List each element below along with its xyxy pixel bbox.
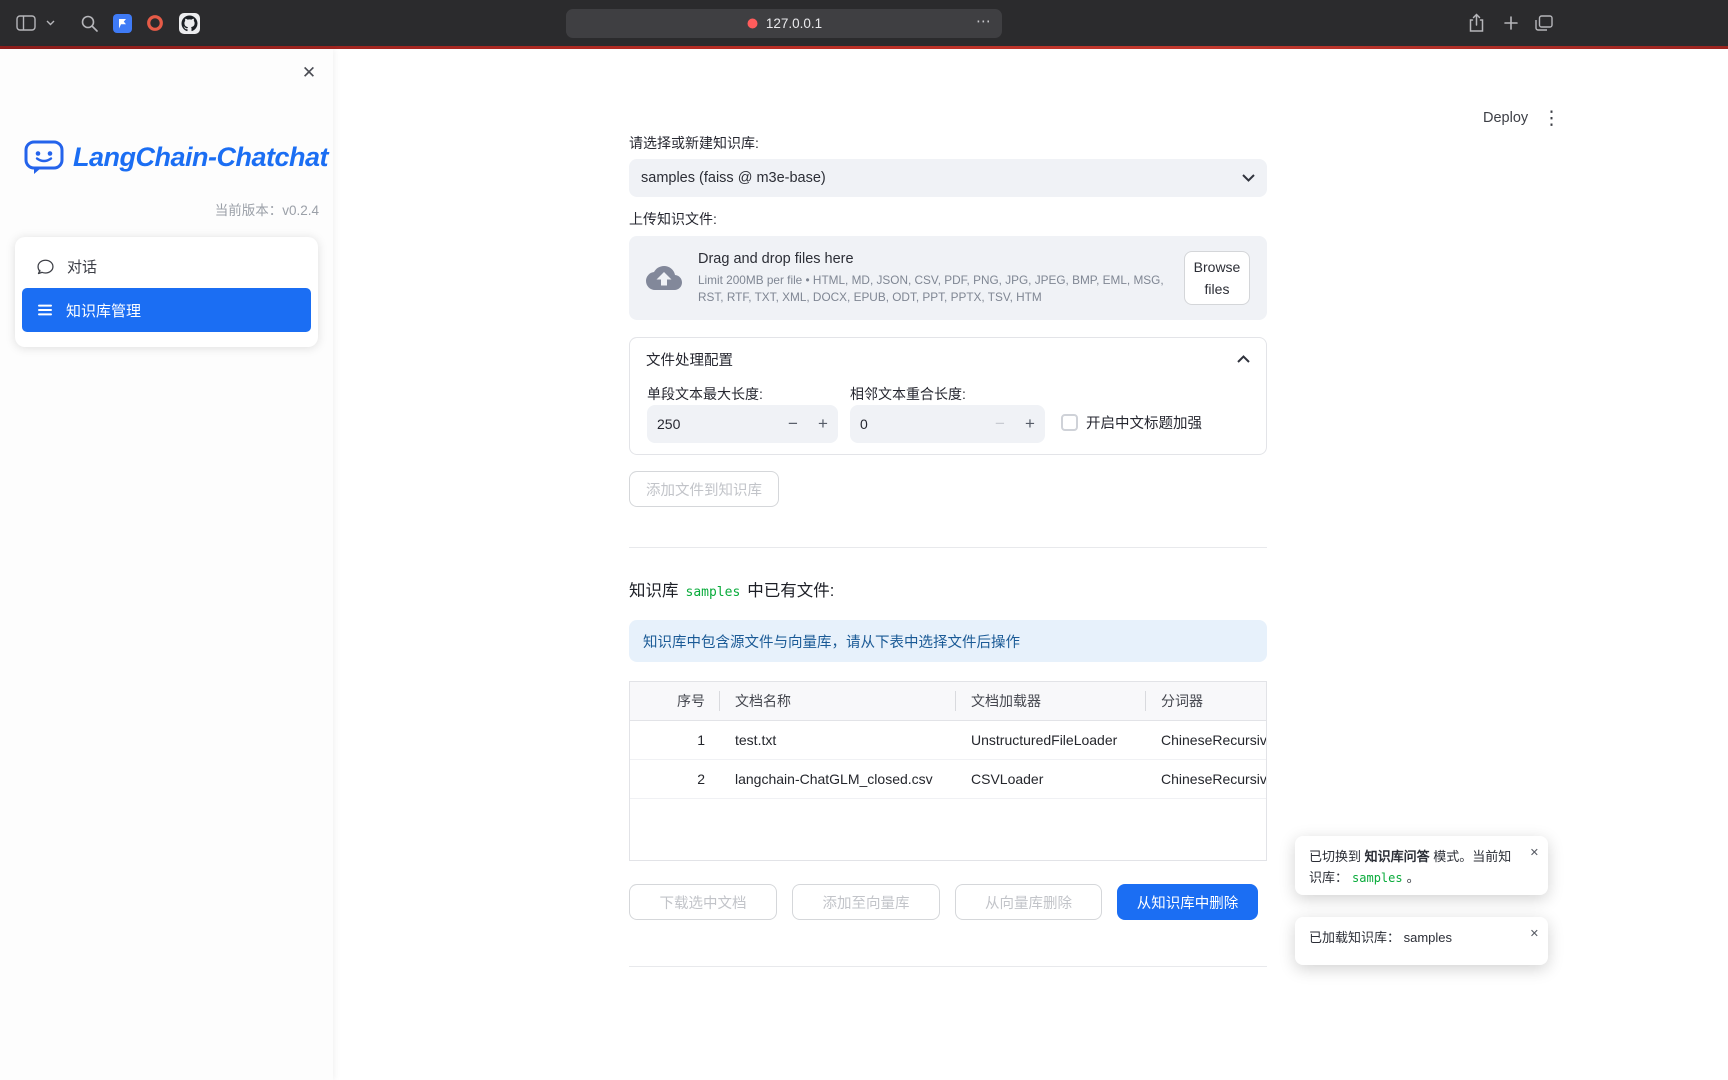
sidebar-menu: 对话 知识库管理 (15, 237, 318, 347)
zh-title-enhance-checkbox[interactable]: 开启中文标题加强 (1061, 412, 1202, 433)
toast-kb-code: samples (1352, 871, 1403, 885)
increment-button[interactable]: + (808, 405, 838, 443)
app-menu-icon[interactable]: ⋮ (1542, 107, 1561, 130)
kb-files-heading: 知识库 samples 中已有文件: (629, 577, 834, 601)
add-files-button[interactable]: 添加文件到知识库 (629, 471, 779, 507)
file-config-expander: 文件处理配置 单段文本最大长度: 相邻文本重合长度: 250 − + 0 − +… (629, 337, 1267, 455)
extension-blue-icon[interactable] (111, 0, 133, 46)
overlap-input[interactable]: 0 − + (850, 405, 1045, 443)
info-banner: 知识库中包含源文件与向量库，请从下表中选择文件后操作 (629, 620, 1267, 662)
kb-select-value: samples (faiss @ m3e-base) (641, 170, 826, 186)
delete-from-kb-button[interactable]: 从知识库中删除 (1117, 884, 1258, 920)
chevron-down-icon[interactable] (43, 0, 57, 46)
overlap-value: 0 (850, 416, 985, 432)
sidebar: ✕ LangChain-Chatchat 当前版本：v0.2.4 对话 知识库管… (0, 49, 333, 1080)
cell-splitter: ChineseRecursiveT (1146, 721, 1266, 759)
chunk-size-value: 250 (647, 416, 778, 432)
table-row[interactable]: 2 langchain-ChatGLM_closed.csv CSVLoader… (630, 760, 1266, 799)
browse-files-button[interactable]: Browse files (1184, 251, 1250, 306)
heading-suffix: 中已有文件: (747, 577, 834, 601)
cell-splitter: ChineseRecursiveT (1146, 760, 1266, 798)
version-label: 当前版本：v0.2.4 (24, 199, 319, 219)
overlap-label: 相邻文本重合长度: (850, 384, 966, 404)
dropzone-limit: Limit 200MB per file • HTML, MD, JSON, C… (698, 272, 1184, 305)
col-header-splitter: 分词器 (1146, 682, 1266, 720)
file-dropzone[interactable]: Drag and drop files here Limit 200MB per… (629, 236, 1267, 320)
decrement-button[interactable]: − (778, 405, 808, 443)
kb-select-label: 请选择或新建知识库: (629, 133, 759, 153)
chevron-down-icon (1242, 174, 1255, 182)
main-content: 请选择或新建知识库: samples (faiss @ m3e-base) 上传… (629, 0, 1267, 1080)
chat-bubble-icon (37, 258, 54, 275)
kb-name-code: samples (686, 585, 741, 600)
delete-from-vector-store-button[interactable]: 从向量库删除 (955, 884, 1102, 920)
kb-select[interactable]: samples (faiss @ m3e-base) (629, 159, 1267, 197)
chunk-size-label: 单段文本最大长度: (647, 384, 763, 404)
increment-button[interactable]: + (1015, 405, 1045, 443)
cell-loader: CSVLoader (956, 760, 1146, 798)
toast-text-bold: 知识库问答 (1365, 849, 1430, 864)
toast-text: 已加载知识库： samples (1309, 930, 1452, 945)
checkbox-box (1061, 414, 1078, 431)
cell-loader: UnstructuredFileLoader (956, 721, 1146, 759)
logo-text: LangChain-Chatchat (73, 142, 328, 173)
toast-close-icon[interactable]: ✕ (1530, 926, 1539, 944)
col-header-name: 文档名称 (720, 682, 956, 720)
extension-orange-icon[interactable] (144, 0, 166, 46)
col-header-index: 序号 (630, 682, 720, 720)
checkbox-label: 开启中文标题加强 (1086, 412, 1202, 433)
chevron-up-icon (1237, 355, 1250, 363)
toast-text: 已切换到 (1309, 849, 1365, 864)
tab-overview-icon[interactable] (1531, 0, 1557, 46)
logo-chat-icon (24, 137, 64, 177)
heading-prefix: 知识库 (629, 577, 679, 601)
col-header-loader: 文档加载器 (956, 682, 1146, 720)
sidebar-item-chat[interactable]: 对话 (22, 244, 311, 288)
add-to-vector-store-button[interactable]: 添加至向量库 (792, 884, 940, 920)
cell-index: 2 (630, 760, 720, 798)
divider (629, 966, 1267, 967)
sidebar-item-label: 知识库管理 (66, 300, 141, 321)
table-header: 序号 文档名称 文档加载器 分词器 (630, 682, 1266, 721)
decrement-button: − (985, 405, 1015, 443)
chunk-size-input[interactable]: 250 − + (647, 405, 838, 443)
cell-name: langchain-ChatGLM_closed.csv (720, 760, 956, 798)
sidebar-toggle-icon[interactable] (14, 0, 38, 46)
dropzone-title: Drag and drop files here (698, 251, 1184, 267)
share-icon[interactable] (1464, 0, 1488, 46)
table-actions: 下载选中文档 添加至向量库 从向量库删除 从知识库中删除 (629, 884, 1267, 920)
cloud-upload-icon (646, 260, 682, 296)
deploy-button[interactable]: Deploy (1483, 110, 1528, 126)
sidebar-item-label: 对话 (67, 256, 97, 277)
cell-name: test.txt (720, 721, 956, 759)
new-tab-icon[interactable] (1499, 0, 1523, 46)
search-icon[interactable] (78, 0, 100, 46)
upload-label: 上传知识文件: (629, 209, 717, 229)
download-selected-button[interactable]: 下载选中文档 (629, 884, 777, 920)
toast-mode-switched: 已切换到 知识库问答 模式。当前知识库：samples。 ✕ (1295, 836, 1548, 895)
expander-title: 文件处理配置 (646, 349, 733, 370)
sidebar-close-icon[interactable]: ✕ (297, 61, 321, 85)
sidebar-item-knowledge-base[interactable]: 知识库管理 (22, 288, 311, 332)
toast-text: 。 (1407, 870, 1420, 885)
toast-close-icon[interactable]: ✕ (1530, 845, 1539, 863)
files-table: 序号 文档名称 文档加载器 分词器 1 test.txt Unstructure… (629, 681, 1267, 861)
toast-kb-loaded: 已加载知识库： samples ✕ (1295, 917, 1548, 965)
divider (629, 547, 1267, 548)
github-icon[interactable] (177, 0, 201, 46)
list-icon (37, 302, 53, 318)
table-row[interactable]: 1 test.txt UnstructuredFileLoader Chines… (630, 721, 1266, 760)
expander-header[interactable]: 文件处理配置 (630, 338, 1266, 380)
dropzone-texts: Drag and drop files here Limit 200MB per… (698, 251, 1184, 305)
cell-index: 1 (630, 721, 720, 759)
app-logo: LangChain-Chatchat (24, 137, 328, 177)
